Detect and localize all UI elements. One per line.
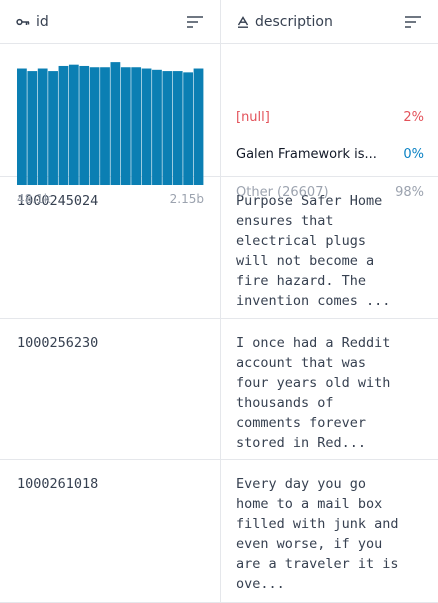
id-histogram[interactable] — [17, 57, 204, 185]
histogram-bar[interactable] — [162, 71, 173, 185]
column-id: id 48.1k 2.15b 1000245024 1000256230 100… — [0, 0, 221, 603]
category-percent: 98% — [395, 185, 424, 200]
category-label: Other (26607) — [236, 185, 329, 200]
description-cell[interactable]: I once had a Reddit account that was fou… — [221, 319, 438, 460]
key-icon — [16, 17, 30, 27]
histogram-bar[interactable] — [131, 67, 142, 185]
column-header-id[interactable]: id — [0, 0, 220, 44]
category-label: [null] — [236, 110, 270, 125]
histogram-bar[interactable] — [141, 68, 152, 185]
description-summary: [null] 2% Galen Framework is... 0% Other… — [221, 44, 438, 200]
histogram-bar[interactable] — [79, 65, 90, 185]
histogram-bar[interactable] — [110, 62, 121, 185]
histogram-min-label: 48.1k — [17, 192, 51, 206]
string-type-icon — [237, 15, 249, 28]
column-header-description[interactable]: description — [221, 0, 438, 44]
column-description: description [null] 2% Galen Framework is… — [221, 0, 438, 603]
id-summary: 48.1k 2.15b — [0, 44, 220, 206]
sort-icon[interactable] — [186, 15, 204, 29]
category-row-other[interactable]: Other (26607) 98% — [236, 185, 424, 200]
category-label: Galen Framework is... — [236, 147, 377, 162]
id-cell[interactable]: 1000256230 — [0, 319, 220, 460]
histogram-bar[interactable] — [27, 71, 38, 185]
column-title-description: description — [255, 13, 333, 30]
histogram-bar[interactable] — [37, 68, 48, 185]
histogram-bar[interactable] — [48, 71, 58, 185]
category-row-top-value[interactable]: Galen Framework is... 0% — [236, 147, 424, 162]
histogram-bar[interactable] — [89, 67, 100, 185]
histogram-bar[interactable] — [152, 69, 162, 185]
histogram-max-label: 2.15b — [169, 192, 204, 206]
category-percent: 2% — [403, 110, 424, 125]
id-cell[interactable]: 1000261018 — [0, 460, 220, 603]
sort-icon[interactable] — [404, 15, 422, 29]
column-title-id: id — [36, 13, 49, 30]
histogram-bar[interactable] — [183, 72, 194, 185]
description-cell[interactable]: Every day you go home to a mail box fill… — [221, 460, 438, 603]
data-table: id 48.1k 2.15b 1000245024 1000256230 100… — [0, 0, 438, 603]
category-percent: 0% — [403, 147, 424, 162]
histogram-bar[interactable] — [68, 64, 79, 185]
histogram-bar[interactable] — [58, 65, 69, 185]
histogram-bar[interactable] — [120, 67, 131, 185]
histogram-bar[interactable] — [17, 68, 27, 185]
histogram-bar[interactable] — [193, 68, 204, 185]
histogram-bar[interactable] — [172, 71, 183, 185]
histogram-bar[interactable] — [100, 67, 110, 185]
category-row-null[interactable]: [null] 2% — [236, 110, 424, 125]
